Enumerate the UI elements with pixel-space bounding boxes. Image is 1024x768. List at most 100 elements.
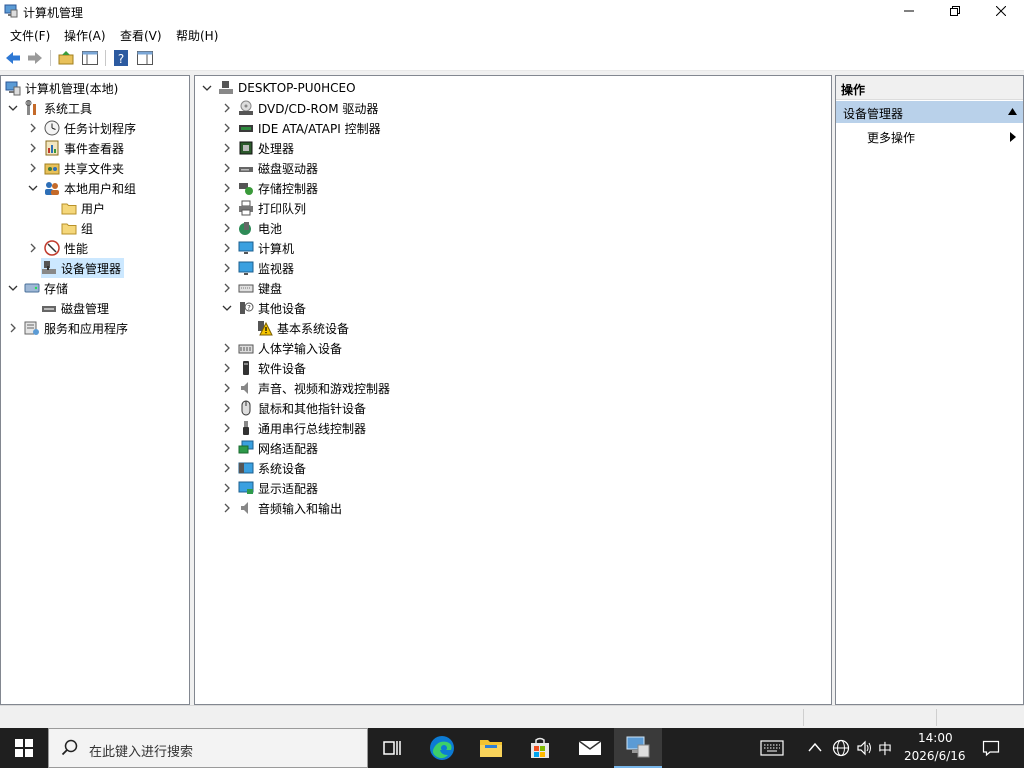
chevron-right-icon[interactable]	[221, 202, 233, 214]
tree-item-storage[interactable]: 存储	[7, 278, 68, 298]
chevron-right-icon[interactable]	[221, 342, 233, 354]
chevron-right-icon[interactable]	[221, 222, 233, 234]
actions-section-device-manager[interactable]: 设备管理器	[836, 101, 1023, 123]
chevron-right-icon[interactable]	[221, 442, 233, 454]
device-category[interactable]: 打印队列	[221, 198, 306, 218]
maximize-button[interactable]	[932, 0, 978, 22]
device-category[interactable]: 存储控制器	[221, 178, 318, 198]
device-root[interactable]: DESKTOP-PU0HCEO	[201, 78, 356, 98]
device-category[interactable]: 磁盘驱动器	[221, 158, 318, 178]
close-button[interactable]	[978, 0, 1024, 22]
chevron-down-icon[interactable]	[201, 82, 213, 94]
chevron-right-icon[interactable]	[221, 362, 233, 374]
device-category[interactable]: 监视器	[221, 258, 294, 278]
tree-item-root[interactable]: 计算机管理(本地)	[5, 78, 118, 98]
up-folder-icon[interactable]	[57, 49, 75, 67]
help-icon[interactable]: ?	[112, 49, 130, 67]
chevron-down-icon[interactable]	[221, 302, 233, 314]
minimize-button[interactable]	[886, 0, 932, 22]
menu-action[interactable]: 操作(A)	[64, 27, 106, 44]
chevron-right-icon[interactable]	[221, 462, 233, 474]
tree-item-shared-folders[interactable]: 共享文件夹	[27, 158, 124, 178]
device-category[interactable]: 处理器	[221, 138, 294, 158]
ime-indicator[interactable]: 中	[878, 739, 892, 759]
start-button[interactable]	[0, 728, 48, 768]
chevron-down-icon[interactable]	[27, 182, 39, 194]
volume-icon[interactable]	[856, 739, 874, 757]
chevron-right-icon[interactable]	[221, 482, 233, 494]
device-category[interactable]: 人体学输入设备	[221, 338, 342, 358]
edge-app-button[interactable]	[418, 728, 466, 768]
menu-file[interactable]: 文件(F)	[10, 27, 50, 44]
tree-item-users[interactable]: 用户	[61, 198, 105, 218]
chevron-right-icon[interactable]	[221, 282, 233, 294]
chevron-right-icon[interactable]	[221, 402, 233, 414]
back-icon[interactable]	[4, 49, 22, 67]
submenu-arrow-icon[interactable]	[1010, 132, 1016, 142]
device-category[interactable]: 电池	[221, 218, 282, 238]
keyboard-icon[interactable]	[760, 739, 784, 757]
task-view-button[interactable]	[368, 728, 416, 768]
chevron-right-icon[interactable]	[221, 262, 233, 274]
computer-management-taskbar-button[interactable]	[614, 728, 662, 768]
chevron-right-icon[interactable]	[221, 162, 233, 174]
chevron-down-icon[interactable]	[7, 102, 19, 114]
clock-time[interactable]: 14:00	[918, 731, 953, 745]
chevron-right-icon[interactable]	[7, 322, 19, 334]
chevron-up-icon[interactable]	[808, 742, 822, 752]
chevron-right-icon[interactable]	[221, 242, 233, 254]
chevron-right-icon[interactable]	[221, 182, 233, 194]
tree-item-groups[interactable]: 组	[61, 218, 93, 238]
tree-item-local-users[interactable]: 本地用户和组	[27, 178, 136, 198]
tree-item-task-scheduler[interactable]: 任务计划程序	[27, 118, 136, 138]
unknown-device-icon: ?	[240, 302, 254, 314]
device-category-other[interactable]: ? 其他设备	[221, 298, 306, 318]
monitor-icon	[238, 261, 254, 275]
device-category[interactable]: 计算机	[221, 238, 294, 258]
tools-icon	[25, 100, 36, 115]
device-category[interactable]: 显示适配器	[221, 478, 318, 498]
device-category[interactable]: 声音、视频和游戏控制器	[221, 378, 390, 398]
network-globe-icon[interactable]	[832, 739, 850, 757]
device-basic-system[interactable]: 基本系统设备	[257, 318, 349, 338]
tree-item-system-tools[interactable]: 系统工具	[7, 98, 92, 118]
device-category[interactable]: 通用串行总线控制器	[221, 418, 366, 438]
mail-app-button[interactable]	[566, 728, 614, 768]
chevron-down-icon[interactable]	[7, 282, 19, 294]
file-explorer-button[interactable]	[467, 728, 515, 768]
chevron-right-icon[interactable]	[221, 122, 233, 134]
chevron-right-icon[interactable]	[221, 422, 233, 434]
more-actions-link[interactable]: 更多操作	[867, 129, 915, 146]
chevron-right-icon[interactable]	[27, 162, 39, 174]
device-category[interactable]: IDE ATA/ATAPI 控制器	[221, 118, 381, 138]
chevron-right-icon[interactable]	[27, 142, 39, 154]
tree-item-services[interactable]: 服务和应用程序	[7, 318, 128, 338]
tree-item-performance[interactable]: 性能	[27, 238, 88, 258]
device-category[interactable]: 软件设备	[221, 358, 306, 378]
collapse-up-icon[interactable]	[1008, 108, 1017, 115]
chevron-right-icon[interactable]	[221, 382, 233, 394]
menu-view[interactable]: 查看(V)	[120, 27, 162, 44]
tree-item-event-viewer[interactable]: 事件查看器	[27, 138, 124, 158]
menu-help[interactable]: 帮助(H)	[176, 27, 218, 44]
show-hide-tree-icon[interactable]	[81, 49, 99, 67]
tree-item-disk-management[interactable]: 磁盘管理	[41, 298, 109, 318]
chevron-right-icon[interactable]	[221, 142, 233, 154]
taskbar-search-box[interactable]: 在此键入进行搜索	[48, 728, 368, 768]
clock-date[interactable]: 2026/6/16	[904, 749, 966, 763]
device-category[interactable]: DVD/CD-ROM 驱动器	[221, 98, 378, 118]
chevron-right-icon[interactable]	[221, 102, 233, 114]
tree-item-device-manager[interactable]: 设备管理器	[41, 258, 125, 278]
show-hide-action-pane-icon[interactable]	[136, 49, 154, 67]
device-category[interactable]: 键盘	[221, 278, 282, 298]
device-category[interactable]: 系统设备	[221, 458, 306, 478]
device-category[interactable]: 鼠标和其他指针设备	[221, 398, 366, 418]
device-category[interactable]: 网络适配器	[221, 438, 318, 458]
store-app-button[interactable]	[516, 728, 564, 768]
chevron-right-icon[interactable]	[27, 242, 39, 254]
device-category[interactable]: 音频输入和输出	[221, 498, 342, 518]
notification-icon[interactable]	[982, 739, 1000, 757]
chevron-right-icon[interactable]	[27, 122, 39, 134]
chevron-right-icon[interactable]	[221, 502, 233, 514]
forward-icon[interactable]	[26, 49, 44, 67]
